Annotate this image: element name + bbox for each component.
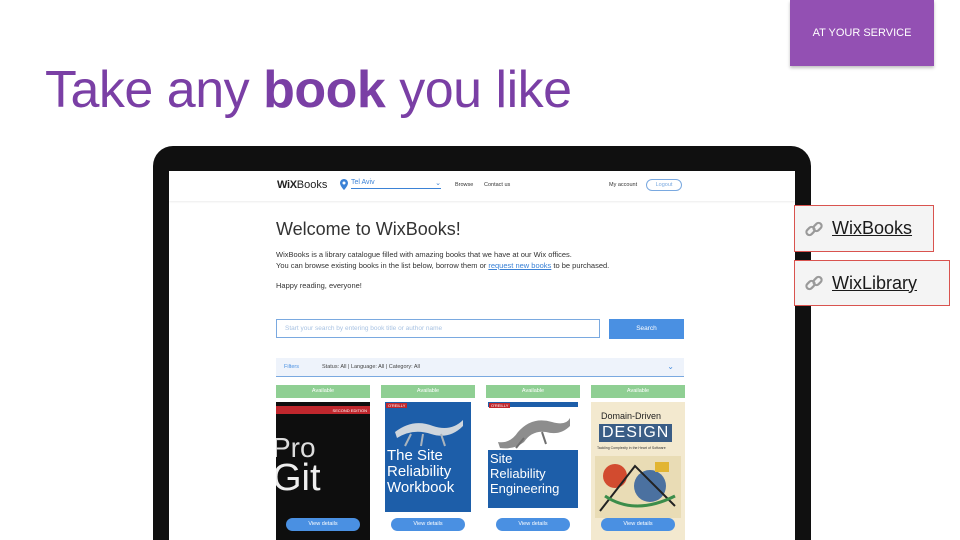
nav-browse[interactable]: Browse: [455, 182, 473, 188]
happy-reading-text: Happy reading, everyone!: [276, 281, 362, 290]
wixbooks-link-label[interactable]: WixBooks: [832, 218, 912, 239]
intro-text: WixBooks is a library catalogue filled w…: [276, 250, 696, 271]
availability-badge: Available: [591, 385, 685, 398]
book-card[interactable]: Available SECOND EDITION Pro Git View de…: [276, 385, 370, 540]
nav-my-account[interactable]: My account: [609, 182, 637, 188]
link-icon: [805, 221, 823, 236]
title-suffix: you like: [385, 61, 572, 119]
view-details-button[interactable]: View details: [391, 518, 465, 531]
laptop-screen: WiXBooks Tel Aviv ⌄ Browse Contact us My …: [169, 171, 795, 540]
logo-wix: WiX: [277, 179, 297, 191]
wixlibrary-link-label[interactable]: WixLibrary: [832, 273, 917, 294]
view-details-button[interactable]: View details: [286, 518, 360, 531]
cover-title-3: Workbook: [387, 479, 455, 496]
book-card[interactable]: Available O'REILLY Site Reliability Engi…: [486, 385, 580, 540]
cover-title-2: Reliability: [387, 463, 452, 480]
welcome-heading: Welcome to WixBooks!: [276, 219, 461, 239]
availability-badge: Available: [381, 385, 475, 398]
location-pin-icon: [340, 179, 348, 190]
edition-badge: SECOND EDITION: [332, 408, 367, 413]
publisher-label: O'REILLY: [489, 403, 511, 408]
slide-title: Take any book you like: [45, 60, 572, 120]
title-prefix: Take any: [45, 61, 264, 119]
logout-button[interactable]: Logout: [646, 179, 682, 191]
nav-contact[interactable]: Contact us: [484, 182, 510, 188]
intro-line-2-start: You can browse existing books in the lis…: [276, 260, 489, 270]
title-bold-word: book: [263, 61, 386, 119]
location-value: Tel Aviv: [351, 179, 375, 186]
intro-line-1: WixBooks is a library catalogue filled w…: [276, 250, 572, 259]
cover-subtitle: Tackling Complexity in the Heart of Soft…: [597, 446, 666, 450]
cover-title-2: Git: [276, 457, 321, 499]
view-details-button[interactable]: View details: [496, 518, 570, 531]
cover-title: Site Reliability Engineering: [490, 451, 578, 496]
link-icon: [805, 275, 823, 291]
cover-title-1: The Site: [387, 447, 443, 464]
lizard-illustration-icon: [498, 418, 570, 449]
cover-title-2: Reliability: [490, 466, 546, 481]
intro-line-2-end: to be purchased.: [551, 260, 610, 270]
cover-title-1: Site: [490, 451, 513, 466]
cover-title-2: DESIGN: [599, 424, 673, 442]
book-card[interactable]: Available O'REILLY The Site Reliability …: [381, 385, 475, 540]
availability-badge: Available: [486, 385, 580, 398]
lizard-illustration-icon: [395, 420, 463, 447]
location-select[interactable]: Tel Aviv ⌄: [351, 179, 441, 189]
publisher-label: O'REILLY: [386, 403, 408, 408]
laptop-frame: WiXBooks Tel Aviv ⌄ Browse Contact us My …: [153, 146, 811, 540]
wixbooks-link[interactable]: WixBooks: [794, 205, 934, 252]
search-button[interactable]: Search: [609, 319, 684, 339]
search-input[interactable]: Start your search by entering book title…: [276, 319, 600, 338]
view-details-button[interactable]: View details: [601, 518, 675, 531]
chevron-down-icon: ⌄: [435, 180, 441, 187]
book-card[interactable]: Available Domain-Driven DESIGN Tackling …: [591, 385, 685, 540]
request-books-link[interactable]: request new books: [488, 261, 551, 270]
availability-badge: Available: [276, 385, 370, 398]
cover-title-1: Domain-Driven: [601, 411, 662, 421]
cover-title: The Site Reliability Workbook: [387, 448, 471, 496]
site-logo[interactable]: WiXBooks: [277, 179, 327, 191]
cover-title-3: Engineering: [490, 481, 560, 496]
chevron-down-icon[interactable]: ⌄: [667, 362, 674, 371]
filters-summary: Status: All | Language: All | Category: …: [322, 364, 420, 370]
section-tag: AT YOUR SERVICE: [790, 0, 934, 66]
logo-books: Books: [296, 179, 328, 191]
wixlibrary-link[interactable]: WixLibrary: [794, 260, 950, 306]
abstract-painting-icon: [595, 456, 681, 518]
filters-label: Filters: [284, 364, 299, 370]
filters-bar[interactable]: Filters Status: All | Language: All | Ca…: [276, 358, 684, 377]
site-navbar: WiXBooks Tel Aviv ⌄ Browse Contact us My …: [169, 171, 795, 201]
